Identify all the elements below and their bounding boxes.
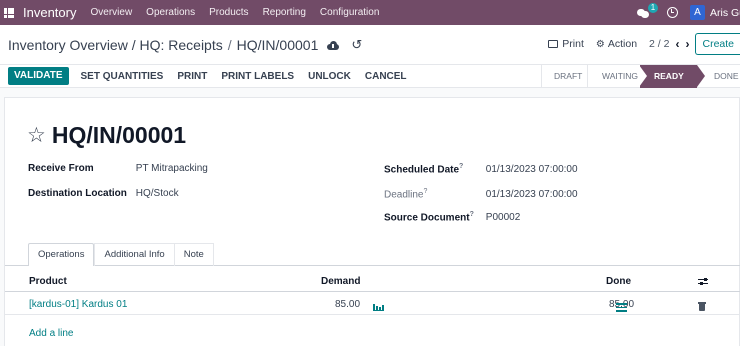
- set-quantities-button[interactable]: SET QUANTITIES: [81, 71, 164, 82]
- unlock-button[interactable]: UNLOCK: [308, 71, 351, 82]
- favorite-star-icon[interactable]: ☆: [27, 125, 46, 146]
- pager-next-icon[interactable]: ›: [685, 37, 689, 51]
- scheduled-date-field: Scheduled Date? 01/13/2023 07:00:00: [384, 163, 578, 175]
- receive-from-field: Receive From PT Mitrapacking: [28, 163, 208, 174]
- title-row: ☆ HQ/IN/00001: [27, 122, 186, 149]
- gear-icon: ⚙: [595, 38, 605, 50]
- receive-from-label: Receive From: [28, 163, 94, 174]
- cancel-button[interactable]: CANCEL: [365, 71, 407, 82]
- row-product[interactable]: [kardus-01] Kardus 01: [29, 299, 127, 310]
- deadline-label-text: Deadline: [384, 189, 424, 201]
- detailed-operations-list-icon[interactable]: [616, 303, 627, 312]
- menu-products[interactable]: Products: [209, 7, 248, 18]
- column-product[interactable]: Product: [29, 276, 67, 287]
- breadcrumb: Inventory Overview / HQ: Receipts / HQ/I…: [8, 37, 362, 53]
- menu-operations[interactable]: Operations: [146, 7, 195, 18]
- apps-menu-icon[interactable]: [4, 7, 14, 18]
- print-icon: [548, 40, 559, 48]
- column-demand[interactable]: Demand: [321, 276, 360, 287]
- scheduled-date-label-text: Scheduled Date: [384, 164, 460, 176]
- source-document-label-text: Source Document: [384, 212, 470, 224]
- stage-draft: DRAFT: [541, 65, 587, 88]
- destination-field: Destination Location HQ/Stock: [28, 188, 179, 199]
- destination-value[interactable]: HQ/Stock: [136, 188, 179, 199]
- table-row[interactable]: [kardus-01] Kardus 01 85.00 85.00: [5, 295, 740, 315]
- action-button[interactable]: ⚙ Action: [596, 38, 637, 50]
- stage-waiting: WAITING: [587, 65, 640, 88]
- stage-ready-label: READY: [654, 71, 684, 81]
- pager-value[interactable]: 2 / 2: [649, 38, 669, 50]
- activity-clock-icon[interactable]: [667, 7, 678, 18]
- deadline-help-mark[interactable]: ?: [423, 188, 427, 195]
- source-document-help-mark[interactable]: ?: [470, 211, 474, 218]
- pager-previous-icon[interactable]: ‹: [675, 37, 679, 51]
- print-labels-button[interactable]: PRINT LABELS: [221, 71, 294, 82]
- notebook-tabs: Operations Additional Info Note: [28, 243, 214, 266]
- menu-overview[interactable]: Overview: [90, 7, 132, 18]
- chat-badge: 1: [648, 2, 658, 13]
- deadline-label: Deadline?: [384, 188, 483, 200]
- optional-columns-icon[interactable]: [698, 277, 708, 286]
- menu-configuration[interactable]: Configuration: [320, 7, 379, 18]
- breadcrumb-parent[interactable]: Inventory Overview / HQ: Receipts: [8, 37, 223, 53]
- control-panel: Inventory Overview / HQ: Receipts / HQ/I…: [0, 25, 740, 65]
- print-action-button[interactable]: PRINT: [177, 71, 207, 82]
- app-name[interactable]: Inventory: [23, 5, 76, 20]
- record-title: HQ/IN/00001: [51, 122, 187, 148]
- chat-icon[interactable]: 1: [637, 2, 658, 18]
- menu-reporting[interactable]: Reporting: [263, 7, 306, 18]
- action-label: Action: [607, 38, 638, 50]
- scheduled-date-label: Scheduled Date?: [384, 163, 483, 175]
- add-line-link[interactable]: Add a line: [29, 328, 73, 339]
- stage-ready: READY: [639, 65, 705, 88]
- scheduled-date-value[interactable]: 01/13/2023 07:00:00: [486, 164, 578, 175]
- top-navbar: Inventory Overview Operations Products R…: [0, 0, 740, 25]
- source-document-field: Source Document? P00002: [384, 211, 520, 223]
- deadline-field: Deadline? 01/13/2023 07:00:00: [384, 188, 578, 200]
- avatar[interactable]: A: [690, 5, 705, 20]
- scheduled-date-help-mark[interactable]: ?: [459, 163, 463, 170]
- source-document-value[interactable]: P00002: [486, 212, 520, 223]
- breadcrumb-separator: /: [227, 37, 232, 53]
- create-button[interactable]: Create: [695, 33, 740, 55]
- tab-note[interactable]: Note: [174, 243, 214, 266]
- discard-undo-icon[interactable]: ↺: [351, 37, 362, 53]
- status-bar: VALIDATE SET QUANTITIES PRINT PRINT LABE…: [0, 65, 740, 88]
- form-sheet: ☆ HQ/IN/00001 Receive From PT Mitrapacki…: [4, 97, 740, 346]
- deadline-value: 01/13/2023 07:00:00: [485, 189, 578, 201]
- destination-label: Destination Location: [28, 188, 127, 199]
- tab-operations[interactable]: Operations: [28, 243, 95, 266]
- table-header: Product Demand Done: [5, 274, 740, 292]
- breadcrumb-current: HQ/IN/00001: [236, 37, 319, 53]
- print-button[interactable]: Print: [548, 38, 584, 50]
- row-demand: 85.00: [335, 299, 361, 310]
- stage-done: DONE: [714, 71, 739, 81]
- delete-trash-icon[interactable]: [698, 302, 706, 311]
- stage-pipeline: DRAFT WAITING READY DONE: [541, 65, 740, 88]
- validate-button[interactable]: VALIDATE: [8, 67, 69, 85]
- receive-from-value[interactable]: PT Mitrapacking: [136, 163, 208, 174]
- source-document-label: Source Document?: [384, 211, 483, 223]
- tab-additional-info[interactable]: Additional Info: [94, 243, 175, 266]
- column-done[interactable]: Done: [606, 276, 631, 287]
- forecast-chart-icon[interactable]: [373, 304, 384, 311]
- print-label: Print: [562, 38, 584, 50]
- save-cloud-icon[interactable]: [327, 40, 340, 50]
- user-name[interactable]: Aris Guntara: [710, 7, 740, 19]
